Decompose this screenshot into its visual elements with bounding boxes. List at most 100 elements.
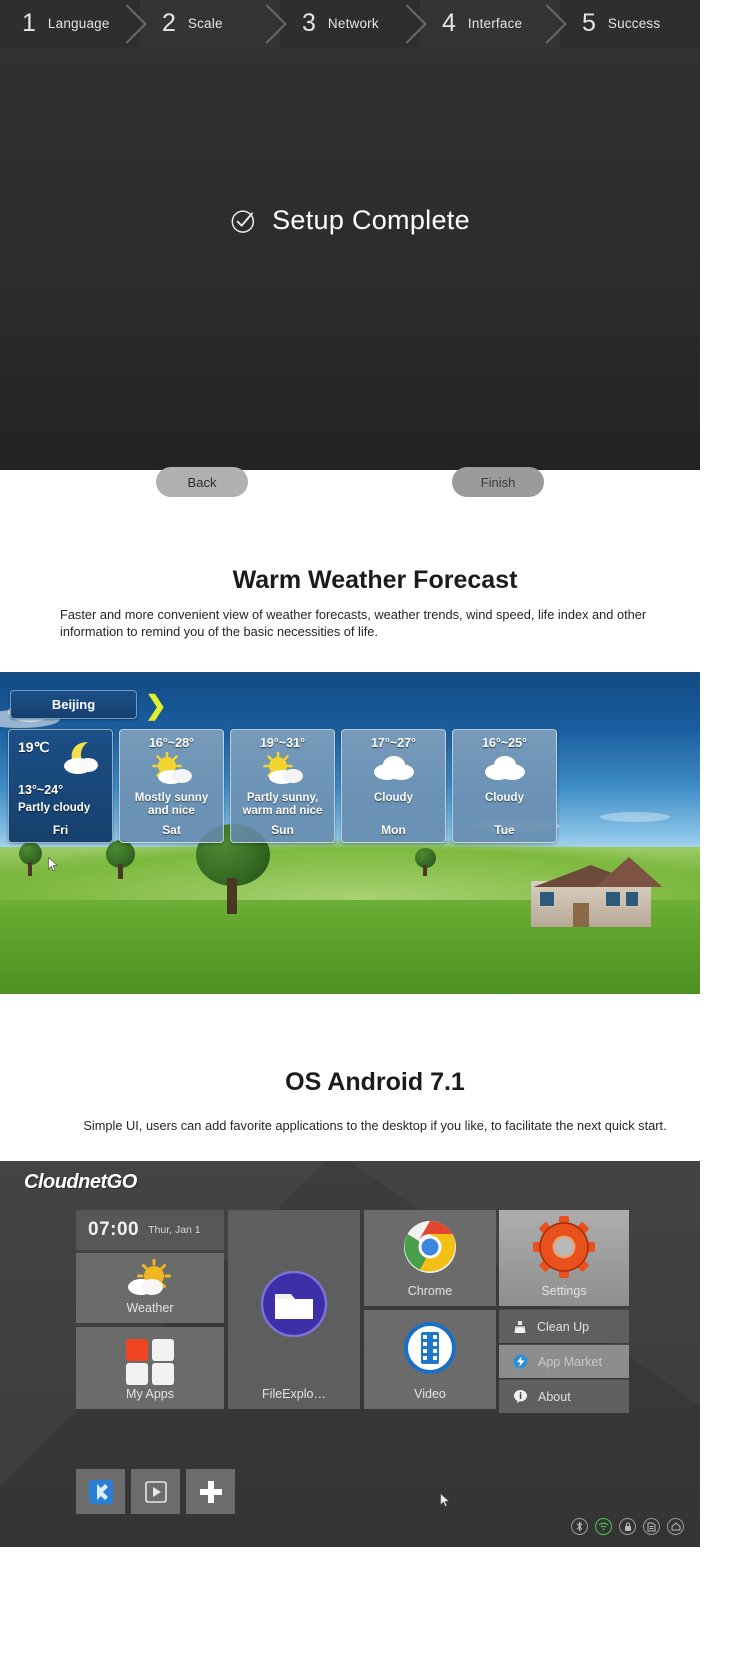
step-number: 3 xyxy=(302,9,316,37)
weather-day: Sat xyxy=(162,823,181,837)
step-number: 5 xyxy=(582,9,596,37)
weather-section-description: Faster and more convenient view of weath… xyxy=(60,607,647,639)
wizard-step-interface[interactable]: 4 Interface xyxy=(420,0,560,47)
tile-file-explorer[interactable]: FileExplo… xyxy=(228,1210,360,1409)
mouse-cursor-icon xyxy=(440,1493,451,1508)
info-icon xyxy=(514,1390,527,1404)
clock-widget[interactable]: 07:00 Thur, Jan 1 xyxy=(76,1210,224,1250)
menu-item-about[interactable]: About xyxy=(499,1379,629,1413)
app-market-icon xyxy=(513,1354,528,1369)
step-label: Network xyxy=(327,16,379,31)
moon-cloud-icon xyxy=(64,742,98,774)
house-decoration xyxy=(515,857,665,927)
plus-icon xyxy=(199,1480,222,1503)
clock-date: Thur, Jan 1 xyxy=(148,1224,201,1236)
temperature-range: 17°~27° xyxy=(370,736,417,750)
menu-item-clean-up[interactable]: Clean Up xyxy=(499,1309,629,1343)
os-section-description: Simple UI, users can add favorite applic… xyxy=(83,1118,667,1133)
tile-video[interactable]: Video xyxy=(364,1310,496,1409)
wizard-content: Setup Complete Back Finish xyxy=(0,47,700,497)
forecast-card-list: 19℃ 13°~24° Partly cloudy Fri 16°~28° Mo… xyxy=(8,729,560,843)
weather-widget: Beijing ❯ 19℃ 13°~24° Partly cloudy Fri … xyxy=(0,672,700,994)
setup-complete-row: Setup Complete xyxy=(0,205,700,236)
weather-condition: Cloudy xyxy=(374,792,413,804)
tile-label: Chrome xyxy=(407,1284,453,1298)
folder-icon xyxy=(260,1270,328,1338)
step-label: Success xyxy=(607,16,661,31)
tile-my-apps[interactable]: My Apps xyxy=(76,1327,224,1409)
sun-cloud-icon xyxy=(151,752,192,784)
wizard-step-success[interactable]: 5 Success xyxy=(560,0,700,47)
step-number: 2 xyxy=(162,9,176,37)
current-temperature: 19℃ xyxy=(18,739,50,755)
forecast-card[interactable]: 19°~31° Partly sunny, warm and nice Sun xyxy=(230,729,335,843)
tile-label: Settings xyxy=(541,1284,587,1298)
weather-condition: Cloudy xyxy=(485,792,524,804)
lock-icon[interactable] xyxy=(619,1518,636,1535)
tile-label: FileExplo… xyxy=(262,1387,326,1401)
forecast-card[interactable]: 17°~27° Cloudy Mon xyxy=(341,729,446,843)
menu-item-label: App Market xyxy=(538,1354,602,1369)
dock-button-kodi[interactable] xyxy=(76,1469,125,1514)
chrome-icon xyxy=(404,1221,456,1273)
weather-day: Sun xyxy=(271,823,294,837)
bluetooth-icon[interactable] xyxy=(571,1518,588,1535)
broom-icon xyxy=(514,1320,526,1333)
tile-weather[interactable]: Weather xyxy=(76,1253,224,1323)
menu-item-app-market[interactable]: App Market xyxy=(499,1344,629,1378)
dock-button-play-store[interactable] xyxy=(131,1469,180,1514)
kodi-icon xyxy=(88,1479,113,1504)
step-number: 4 xyxy=(442,9,456,37)
sun-cloud-icon xyxy=(262,752,303,784)
weather-day: Mon xyxy=(381,823,406,837)
weather-section-title: Warm Weather Forecast xyxy=(232,566,518,594)
os-section-title: OS Android 7.1 xyxy=(285,1068,465,1096)
step-label: Language xyxy=(47,16,110,31)
tile-settings[interactable]: Settings xyxy=(499,1210,629,1306)
cloud-decoration xyxy=(600,812,670,822)
weather-condition: Partly cloudy xyxy=(18,802,91,814)
weather-condition: Partly sunny, warm and nice xyxy=(242,792,323,817)
wizard-step-network[interactable]: 3 Network xyxy=(280,0,420,47)
weather-condition: Mostly sunny and nice xyxy=(134,792,209,817)
brand-logo: CloudnetGO xyxy=(24,1171,137,1193)
step-label: Scale xyxy=(187,16,223,31)
tile-label: Weather xyxy=(126,1301,174,1315)
wizard-step-bar: 1 Language 2 Scale 3 Network 4 Interface… xyxy=(0,0,700,47)
temperature-range: 19°~31° xyxy=(259,736,306,750)
clock-time: 07:00 xyxy=(88,1219,140,1240)
temperature-range: 16°~25° xyxy=(481,736,528,750)
android-desktop: CloudnetGO 07:00 Thur, Jan 1 Weather My … xyxy=(0,1161,700,1547)
step-number: 1 xyxy=(22,9,36,37)
cloud-icon xyxy=(484,756,525,780)
menu-item-label: About xyxy=(538,1389,571,1404)
check-circle-icon xyxy=(231,209,255,233)
tile-chrome[interactable]: Chrome xyxy=(364,1210,496,1306)
mouse-cursor-icon xyxy=(48,857,59,872)
wifi-icon[interactable] xyxy=(595,1518,612,1535)
play-store-icon xyxy=(144,1480,167,1503)
menu-item-label: Clean Up xyxy=(537,1319,590,1334)
home-icon[interactable] xyxy=(667,1518,684,1535)
city-selector[interactable]: Beijing xyxy=(10,690,137,719)
step-label: Interface xyxy=(467,16,523,31)
weather-day: Fri xyxy=(52,823,69,837)
sd-card-icon[interactable] xyxy=(643,1518,660,1535)
chevron-right-icon[interactable]: ❯ xyxy=(145,692,167,718)
finish-button[interactable]: Finish xyxy=(452,467,544,497)
wizard-step-language[interactable]: 1 Language xyxy=(0,0,140,47)
forecast-card[interactable]: 16°~28° Mostly sunny and nice Sat xyxy=(119,729,224,843)
wizard-step-scale[interactable]: 2 Scale xyxy=(140,0,280,47)
weather-day: Tue xyxy=(494,823,515,837)
back-button[interactable]: Back xyxy=(156,467,248,497)
temperature-range: 16°~28° xyxy=(148,736,195,750)
tile-label: Video xyxy=(414,1387,446,1401)
setup-complete-text: Setup Complete xyxy=(272,205,470,235)
forecast-card[interactable]: 16°~25° Cloudy Tue xyxy=(452,729,557,843)
gear-icon xyxy=(533,1216,595,1278)
status-bar xyxy=(571,1518,684,1535)
temperature-range: 13°~24° xyxy=(18,783,64,797)
dock-button-add[interactable] xyxy=(186,1469,235,1514)
forecast-card-today[interactable]: 19℃ 13°~24° Partly cloudy Fri xyxy=(8,729,113,843)
sun-cloud-icon xyxy=(128,1259,171,1295)
